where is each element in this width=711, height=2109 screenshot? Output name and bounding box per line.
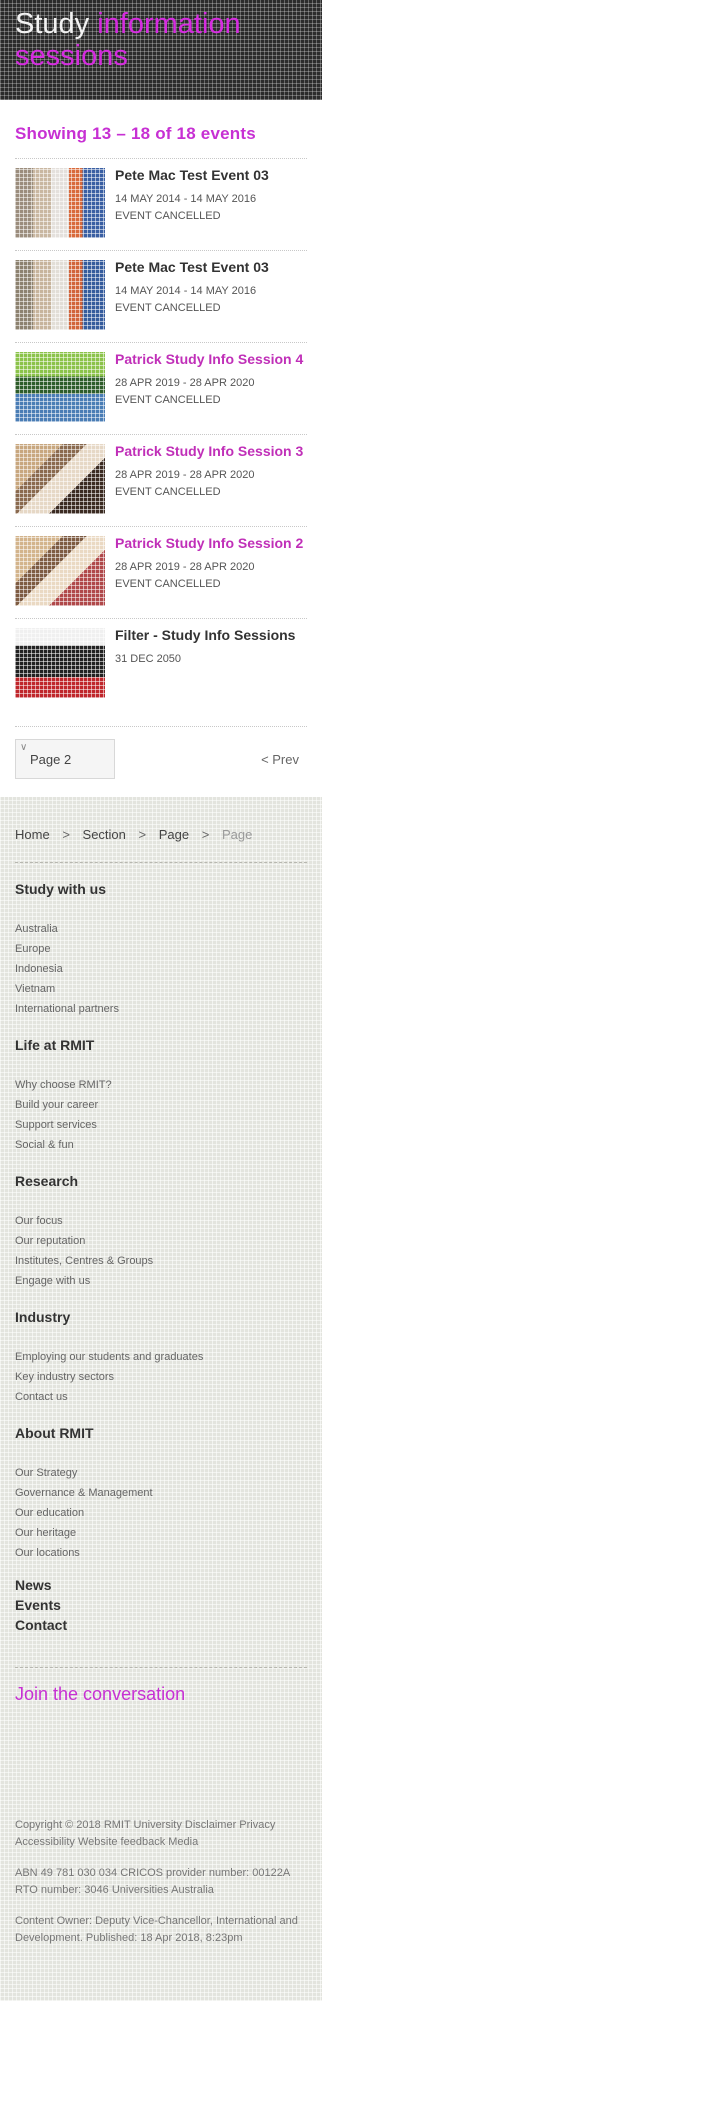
- event-title-link[interactable]: Filter - Study Info Sessions: [115, 628, 307, 643]
- footer-heading[interactable]: Study with us: [15, 863, 307, 919]
- pagination: ∨ Page 2 < Prev: [15, 726, 307, 779]
- footer-link[interactable]: Social & fun: [15, 1135, 307, 1155]
- event-thumbnail[interactable]: [15, 352, 105, 422]
- copyright-links[interactable]: Copyright © 2018 RMIT University Disclai…: [15, 1817, 307, 1851]
- event-status: EVENT CANCELLED: [115, 578, 221, 590]
- footer-link[interactable]: Engage with us: [15, 1271, 307, 1291]
- footer-heading[interactable]: About RMIT: [15, 1407, 307, 1463]
- breadcrumb: Home > Section > Page > Page: [15, 797, 307, 863]
- event-title-link[interactable]: Patrick Study Info Session 4: [115, 352, 307, 367]
- events-listing: Showing 13 – 18 of 18 events Pete Mac Te…: [0, 100, 322, 779]
- footer-link[interactable]: Institutes, Centres & Groups: [15, 1251, 307, 1271]
- list-item[interactable]: Patrick Study Info Session 4 28 APR 2019…: [15, 342, 307, 434]
- event-thumbnail[interactable]: [15, 536, 105, 606]
- breadcrumb-separator: >: [62, 827, 70, 842]
- event-thumbnail[interactable]: [15, 628, 105, 698]
- footer-link[interactable]: Build your career: [15, 1095, 307, 1115]
- events-link[interactable]: Events: [15, 1595, 307, 1615]
- page-banner: Study information sessions: [0, 0, 322, 100]
- list-item[interactable]: Pete Mac Test Event 03 14 MAY 2014 - 14 …: [15, 250, 307, 342]
- event-title-link[interactable]: Pete Mac Test Event 03: [115, 168, 307, 183]
- page-title: Study information sessions: [15, 8, 241, 72]
- event-title-link[interactable]: Patrick Study Info Session 3: [115, 444, 307, 459]
- footer-link[interactable]: Governance & Management: [15, 1483, 307, 1503]
- event-thumbnail[interactable]: [15, 444, 105, 514]
- list-item[interactable]: Filter - Study Info Sessions 31 DEC 2050: [15, 618, 307, 710]
- footer-link[interactable]: Contact us: [15, 1387, 307, 1407]
- event-status: EVENT CANCELLED: [115, 486, 221, 498]
- footer-heading[interactable]: Industry: [15, 1291, 307, 1347]
- site-footer: Home > Section > Page > Page Study with …: [0, 797, 322, 2001]
- breadcrumb-section[interactable]: Section: [83, 827, 126, 842]
- footer-link[interactable]: Our reputation: [15, 1231, 307, 1251]
- footer-link[interactable]: Our focus: [15, 1211, 307, 1231]
- footer-about-section: About RMIT Our Strategy Governance & Man…: [15, 1407, 307, 1563]
- join-conversation-heading: Join the conversation: [15, 1667, 307, 1817]
- event-thumbnail[interactable]: [15, 260, 105, 330]
- event-status: EVENT CANCELLED: [115, 210, 221, 222]
- breadcrumb-home[interactable]: Home: [15, 827, 50, 842]
- breadcrumb-page[interactable]: Page: [159, 827, 189, 842]
- event-date: 28 APR 2019 - 28 APR 2020: [115, 469, 255, 481]
- content-owner: Content Owner: Deputy Vice-Chancellor, I…: [15, 1915, 298, 1944]
- footer-link[interactable]: Our locations: [15, 1543, 307, 1563]
- event-title-link[interactable]: Patrick Study Info Session 2: [115, 536, 307, 551]
- event-date: 28 APR 2019 - 28 APR 2020: [115, 561, 255, 573]
- footer-link[interactable]: Our Strategy: [15, 1463, 307, 1483]
- footer-link[interactable]: Indonesia: [15, 959, 307, 979]
- event-title-link[interactable]: Pete Mac Test Event 03: [115, 260, 307, 275]
- breadcrumb-separator: >: [138, 827, 147, 842]
- page-select-label: Page 2: [30, 752, 72, 767]
- footer-link[interactable]: Employing our students and graduates: [15, 1347, 307, 1367]
- footer-study-section: Study with us Australia Europe Indonesia…: [15, 863, 307, 1019]
- footer-link[interactable]: Our heritage: [15, 1523, 307, 1543]
- footer-link[interactable]: Support services: [15, 1115, 307, 1135]
- list-item[interactable]: Patrick Study Info Session 3 28 APR 2019…: [15, 434, 307, 526]
- event-date: 31 DEC 2050: [115, 653, 182, 665]
- abn-cricos: ABN 49 781 030 034 CRICOS provider numbe…: [15, 1867, 290, 1896]
- footer-life-section: Life at RMIT Why choose RMIT? Build your…: [15, 1019, 307, 1155]
- legal-info: Copyright © 2018 RMIT University Disclai…: [15, 1817, 307, 1947]
- event-status: EVENT CANCELLED: [115, 302, 221, 314]
- footer-link[interactable]: Key industry sectors: [15, 1367, 307, 1387]
- contact-link[interactable]: Contact: [15, 1615, 307, 1635]
- event-date: 28 APR 2019 - 28 APR 2020: [115, 377, 255, 389]
- list-item[interactable]: Patrick Study Info Session 2 28 APR 2019…: [15, 526, 307, 618]
- chevron-down-icon: ∨: [20, 742, 28, 753]
- footer-industry-section: Industry Employing our students and grad…: [15, 1291, 307, 1407]
- breadcrumb-separator: >: [201, 827, 210, 842]
- footer-link[interactable]: Australia: [15, 919, 307, 939]
- footer-link[interactable]: Vietnam: [15, 979, 307, 999]
- footer-research-section: Research Our focus Our reputation Instit…: [15, 1155, 307, 1291]
- footer-heading[interactable]: Research: [15, 1155, 307, 1211]
- breadcrumb-current: Page: [221, 827, 253, 842]
- page: Study information sessions Showing 13 – …: [0, 0, 322, 2001]
- list-item[interactable]: Pete Mac Test Event 03 14 MAY 2014 - 14 …: [15, 158, 307, 250]
- footer-link[interactable]: Our education: [15, 1503, 307, 1523]
- footer-link[interactable]: Europe: [15, 939, 307, 959]
- event-thumbnail[interactable]: [15, 168, 105, 238]
- footer-main-links: News Events Contact: [15, 1563, 307, 1635]
- footer-link[interactable]: Why choose RMIT?: [15, 1075, 307, 1095]
- event-date: 14 MAY 2014 - 14 MAY 2016: [115, 285, 257, 297]
- footer-link[interactable]: International partners: [15, 999, 307, 1019]
- footer-heading[interactable]: Life at RMIT: [15, 1019, 307, 1075]
- page-select[interactable]: ∨ Page 2: [15, 739, 115, 779]
- event-date: 14 MAY 2014 - 14 MAY 2016: [115, 193, 257, 205]
- prev-link[interactable]: < Prev: [261, 752, 299, 767]
- news-link[interactable]: News: [15, 1575, 307, 1595]
- event-status: EVENT CANCELLED: [115, 394, 221, 406]
- results-count: Showing 13 – 18 of 18 events: [15, 124, 256, 143]
